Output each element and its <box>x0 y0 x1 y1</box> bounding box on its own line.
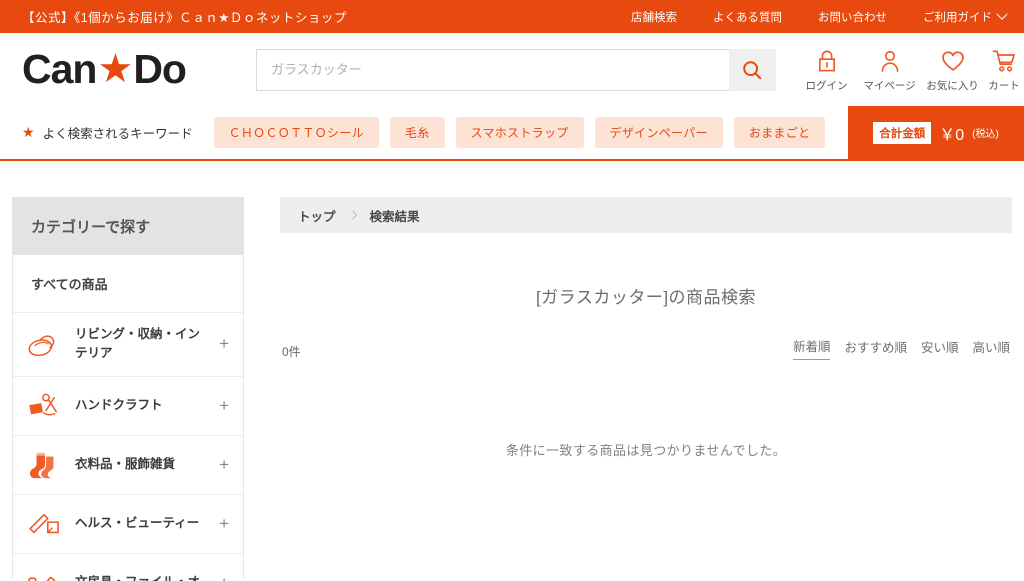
expand-icon[interactable]: + <box>215 573 229 581</box>
logo-text-do: Do <box>133 46 187 92</box>
sort-price-low[interactable]: 安い順 <box>921 337 959 360</box>
topnav-label: お問い合わせ <box>818 11 887 24</box>
top-nav: 店舗検索 よくある質問 お問い合わせ ご利用ガイド <box>631 8 1008 25</box>
keyword-bar: ★ よく検索されるキーワード ＣＨＯＣＯＴＴＯシール 毛糸 スマホストラップ デ… <box>0 106 1024 161</box>
no-results-message: 条件に一致する商品は見つかりませんでした。 <box>505 443 787 458</box>
sidebar-item-stationery[interactable]: 文房具・ファイル・オ + <box>13 554 243 581</box>
topnav-label: 店舗検索 <box>631 11 677 24</box>
sort-price-high[interactable]: 高い順 <box>972 337 1010 360</box>
sort-recommended[interactable]: おすすめ順 <box>844 337 907 360</box>
sort-options: 新着順 おすすめ順 安い順 高い順 <box>792 336 1010 360</box>
category-sidebar: カテゴリーで探す すべての商品 リビング・収納・インテリア + ハンドクラフト … <box>12 197 244 581</box>
stationery-icon <box>25 566 65 581</box>
sidebar-item-label: リビング・収納・インテリア <box>75 327 201 361</box>
header-login-label: ログイン <box>805 79 848 92</box>
sidebar-item-label: 衣料品・服飾雑貨 <box>75 457 176 472</box>
sidebar-item-label: ハンドクラフト <box>75 398 163 413</box>
keyword-title-label: よく検索されるキーワード <box>42 127 193 141</box>
star-icon: ★ <box>22 124 35 140</box>
sort-newest[interactable]: 新着順 <box>792 336 831 360</box>
sidebar-item-handcraft[interactable]: ハンドクラフト + <box>13 377 243 436</box>
user-icon <box>881 50 898 72</box>
beauty-icon <box>25 507 65 541</box>
cart-icon <box>992 49 1015 71</box>
sidebar-item-all-products[interactable]: すべての商品 <box>13 255 243 313</box>
breadcrumb-home[interactable]: トップ <box>298 206 336 225</box>
site-header: Can★Do ログイン マイページ <box>0 33 1024 106</box>
pillow-icon <box>25 327 65 361</box>
topnav-guide[interactable]: ご利用ガイド <box>923 8 1008 25</box>
main-content: トップ 検索結果 [ガラスカッター]の商品検索 0件 新着順 おすすめ順 安い順… <box>280 197 1012 579</box>
header-favorites-label: お気に入り <box>926 79 979 92</box>
sidebar-item-label: ヘルス・ビューティー <box>75 516 200 531</box>
chevron-down-icon <box>996 8 1008 20</box>
keyword-list: ★ よく検索されるキーワード ＣＨＯＣＯＴＴＯシール 毛糸 スマホストラップ デ… <box>0 106 848 159</box>
keyword-title: ★ よく検索されるキーワード <box>22 123 193 142</box>
top-utility-bar: 【公式】《1個からお届け》Ｃａｎ★Ｄｏネットショップ 店舗検索 よくある質問 お… <box>0 0 1024 33</box>
topnav-contact[interactable]: お問い合わせ <box>818 9 887 25</box>
expand-icon[interactable]: + <box>215 334 229 354</box>
search-icon <box>743 60 762 79</box>
logo-text-can: Can <box>22 46 97 92</box>
topnav-label: ご利用ガイド <box>923 11 992 24</box>
topnav-label: よくある質問 <box>713 11 782 24</box>
header-icon-group: ログイン マイページ お気に入り カート <box>795 47 1024 93</box>
header-mypage[interactable]: マイページ <box>858 47 921 93</box>
sidebar-item-label: 文房具・ファイル・オ <box>75 573 205 581</box>
keyword-chip-smartphone-strap[interactable]: スマホストラップ <box>455 117 584 148</box>
chevron-right-icon <box>348 210 357 220</box>
header-cart-label: カート <box>988 79 1020 92</box>
lock-icon <box>818 50 835 71</box>
search-bar <box>255 48 776 91</box>
expand-icon[interactable]: + <box>215 514 229 534</box>
site-title: 【公式】《1個からお届け》Ｃａｎ★Ｄｏネットショップ <box>22 11 347 25</box>
search-result-title: [ガラスカッター]の商品検索 <box>535 288 757 307</box>
sidebar-item-living[interactable]: リビング・収納・インテリア + <box>13 313 243 377</box>
result-toolbar: 0件 新着順 おすすめ順 安い順 高い順 <box>280 336 1012 360</box>
socks-icon <box>25 448 65 482</box>
expand-icon[interactable]: + <box>215 396 229 416</box>
craft-icon <box>25 389 65 423</box>
heart-icon <box>941 50 964 71</box>
page-body: カテゴリーで探す すべての商品 リビング・収納・インテリア + ハンドクラフト … <box>0 161 1024 581</box>
cart-total-button[interactable]: 合計金額 ￥0 (税込) <box>848 106 1024 159</box>
header-login[interactable]: ログイン <box>795 47 858 93</box>
result-count: 0件 <box>282 345 301 359</box>
keyword-chip-omamagoto[interactable]: おままごと <box>733 117 826 148</box>
header-favorites[interactable]: お気に入り <box>921 47 984 93</box>
search-button[interactable] <box>728 48 776 91</box>
star-icon: ★ <box>97 46 133 91</box>
expand-icon[interactable]: + <box>215 455 229 475</box>
cart-total-amount: ￥0 <box>939 126 965 144</box>
header-mypage-label: マイページ <box>863 79 916 92</box>
sidebar-item-clothing[interactable]: 衣料品・服飾雑貨 + <box>13 436 243 495</box>
topnav-faq[interactable]: よくある質問 <box>713 9 782 25</box>
breadcrumb-current: 検索結果 <box>369 209 420 224</box>
keyword-chip-chocotto[interactable]: ＣＨＯＣＯＴＴＯシール <box>213 117 379 148</box>
keyword-chip-keito[interactable]: 毛糸 <box>389 117 445 148</box>
cart-total-badge: 合計金額 <box>873 121 932 144</box>
cart-total-tax-note: (税込) <box>972 129 999 140</box>
search-input[interactable] <box>255 48 729 91</box>
keyword-chip-design-paper[interactable]: デザインペーパー <box>594 117 723 148</box>
header-cart[interactable]: カート <box>984 47 1024 93</box>
sidebar-item-health-beauty[interactable]: ヘルス・ビューティー + <box>13 495 243 554</box>
topnav-store-search[interactable]: 店舗検索 <box>631 9 677 25</box>
sidebar-heading: カテゴリーで探す <box>13 198 243 255</box>
logo[interactable]: Can ★ Do <box>22 46 187 92</box>
breadcrumb: トップ 検索結果 <box>280 197 1012 233</box>
